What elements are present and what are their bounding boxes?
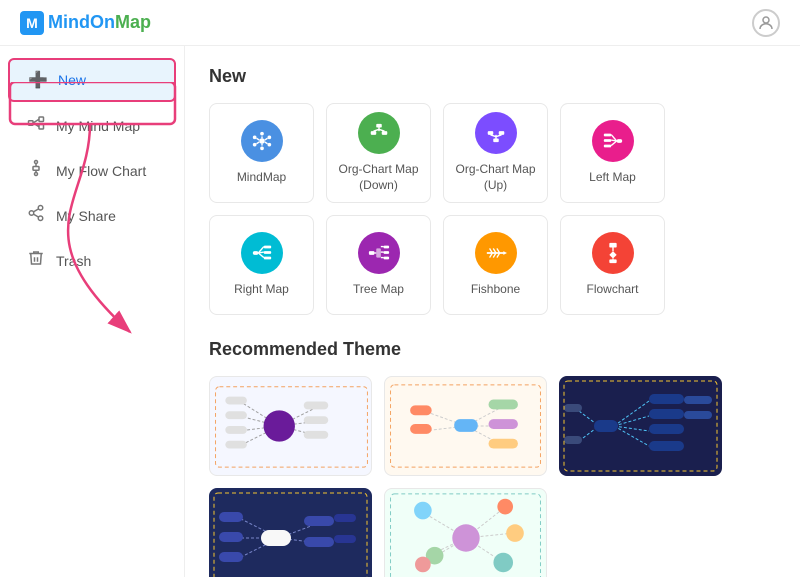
theme-card-1[interactable] <box>209 376 372 476</box>
rightmap-icon <box>241 232 283 274</box>
orgdown-icon <box>358 112 400 154</box>
theme-3-preview <box>559 376 722 476</box>
sidebar-item-myshare-label: My Share <box>56 208 116 224</box>
flowchart-label: Flowchart <box>586 282 638 298</box>
theme-1-preview <box>210 377 371 475</box>
sidebar-item-myshare[interactable]: My Share <box>8 194 176 237</box>
sidebar-item-mymindmap-label: My Mind Map <box>56 118 140 134</box>
map-card-treemap[interactable]: Tree Map <box>326 215 431 315</box>
sidebar-item-trash[interactable]: Trash <box>8 239 176 282</box>
orgup-icon <box>475 112 517 154</box>
map-card-orgup[interactable]: Org-Chart Map (Up) <box>443 103 548 203</box>
header: M MindOnMap <box>0 0 800 46</box>
treemap-label: Tree Map <box>353 282 404 298</box>
theme-2-preview <box>385 377 546 475</box>
fishbone-icon <box>475 232 517 274</box>
mindmap-icon <box>241 120 283 162</box>
orgdown-label: Org-Chart Map(Down) <box>338 162 418 193</box>
treemap-icon <box>358 232 400 274</box>
map-items-grid: MindMap Org-Chart Map(Down) Org-Chart Ma… <box>209 103 776 315</box>
user-avatar[interactable] <box>752 9 780 37</box>
new-section-title: New <box>209 66 776 87</box>
main-content: New MindMap Org-Chart Map(Down) <box>185 46 800 577</box>
flowchart-nav-icon <box>26 159 46 182</box>
map-card-flowchart[interactable]: Flowchart <box>560 215 665 315</box>
share-nav-icon <box>26 204 46 227</box>
logo[interactable]: M MindOnMap <box>20 11 151 35</box>
leftmap-icon <box>592 120 634 162</box>
recommended-section-title: Recommended Theme <box>209 339 776 360</box>
theme-4-preview <box>209 488 372 577</box>
map-card-leftmap[interactable]: Left Map <box>560 103 665 203</box>
theme-card-4[interactable] <box>209 488 372 577</box>
sidebar-item-new-label: New <box>58 72 86 88</box>
sidebar-item-myflowchart[interactable]: My Flow Chart <box>8 149 176 192</box>
flowchart-icon <box>592 232 634 274</box>
sidebar-item-new[interactable]: ➕ New <box>8 58 176 102</box>
trash-nav-icon <box>26 249 46 272</box>
logo-icon: M <box>20 11 44 35</box>
map-card-orgdown[interactable]: Org-Chart Map(Down) <box>326 103 431 203</box>
mindmap-label: MindMap <box>237 170 286 186</box>
leftmap-label: Left Map <box>589 170 636 186</box>
sidebar-item-mymindmap[interactable]: My Mind Map <box>8 104 176 147</box>
sidebar-item-myflowchart-label: My Flow Chart <box>56 163 146 179</box>
plus-icon: ➕ <box>28 70 48 90</box>
page-layout: ➕ New My Mind Map My Flow Chart <box>0 46 800 577</box>
sidebar: ➕ New My Mind Map My Flow Chart <box>0 46 185 577</box>
theme-card-5[interactable] <box>384 488 547 577</box>
theme-grid <box>209 376 776 577</box>
sidebar-item-trash-label: Trash <box>56 253 91 269</box>
map-card-mindmap[interactable]: MindMap <box>209 103 314 203</box>
theme-card-3[interactable] <box>559 376 722 476</box>
theme-card-2[interactable] <box>384 376 547 476</box>
orgup-label: Org-Chart Map (Up) <box>444 162 547 193</box>
map-card-fishbone[interactable]: Fishbone <box>443 215 548 315</box>
rightmap-label: Right Map <box>234 282 289 298</box>
fishbone-label: Fishbone <box>471 282 520 298</box>
mindmap-nav-icon <box>26 114 46 137</box>
map-card-rightmap[interactable]: Right Map <box>209 215 314 315</box>
theme-5-preview <box>385 489 546 577</box>
logo-text: MindOnMap <box>48 12 151 33</box>
